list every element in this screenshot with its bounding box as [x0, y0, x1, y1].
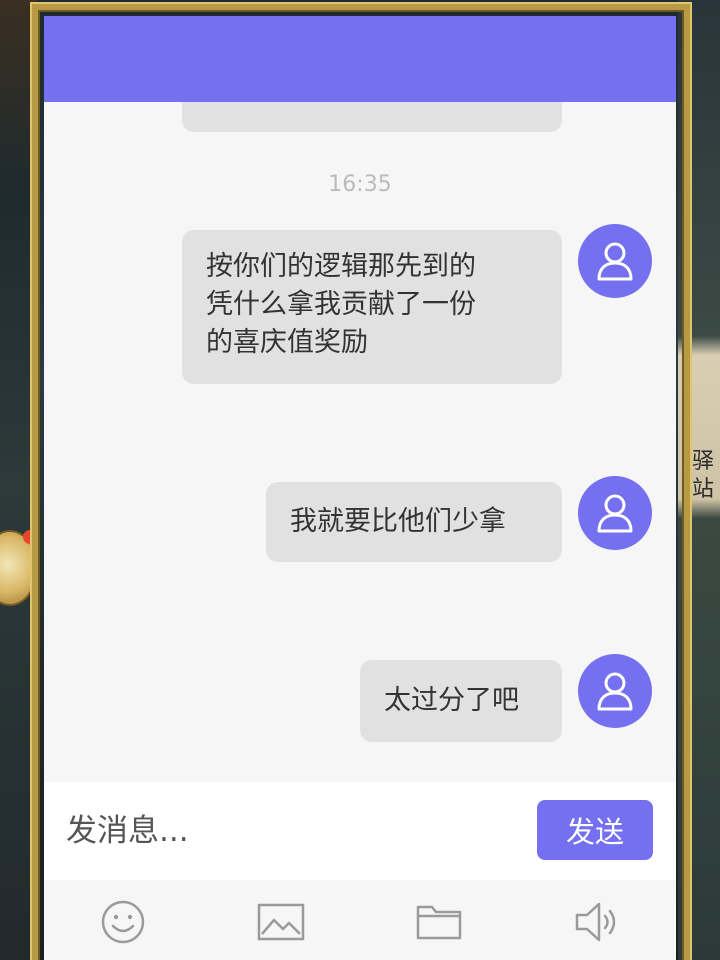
- chat-header: [44, 16, 676, 102]
- speaker-icon: [575, 902, 616, 942]
- image-icon: [257, 903, 305, 941]
- user-icon: [597, 672, 633, 711]
- message-bubble: 我就要比他们少拿: [266, 482, 562, 562]
- image-button[interactable]: [256, 898, 306, 946]
- message-input-bar: 发送: [44, 782, 676, 880]
- message-list[interactable]: 16:35 按你们的逻辑那先到的 凭什么拿我贡献了一份 的喜庆值奖励 我就要比他…: [44, 16, 676, 782]
- voice-button[interactable]: [572, 898, 622, 946]
- folder-icon: [416, 905, 462, 940]
- file-button[interactable]: [414, 898, 464, 946]
- background-side-text: 驿 站: [691, 449, 714, 502]
- chat-panel: 16:35 按你们的逻辑那先到的 凭什么拿我贡献了一份 的喜庆值奖励 我就要比他…: [44, 16, 676, 960]
- avatar[interactable]: [578, 224, 652, 298]
- message-timestamp: 16:35: [328, 172, 392, 197]
- emoji-button[interactable]: [98, 898, 148, 946]
- message-bubble: 按你们的逻辑那先到的 凭什么拿我贡献了一份 的喜庆值奖励: [182, 230, 562, 384]
- emoji-icon: [101, 900, 145, 944]
- avatar[interactable]: [578, 476, 652, 550]
- user-icon: [597, 494, 633, 533]
- message-bubble: 太过分了吧: [360, 660, 562, 742]
- send-button[interactable]: 发送: [537, 800, 653, 860]
- user-icon: [597, 242, 633, 281]
- attachment-toolbar: [44, 880, 676, 960]
- avatar[interactable]: [578, 654, 652, 728]
- message-input[interactable]: [66, 804, 526, 858]
